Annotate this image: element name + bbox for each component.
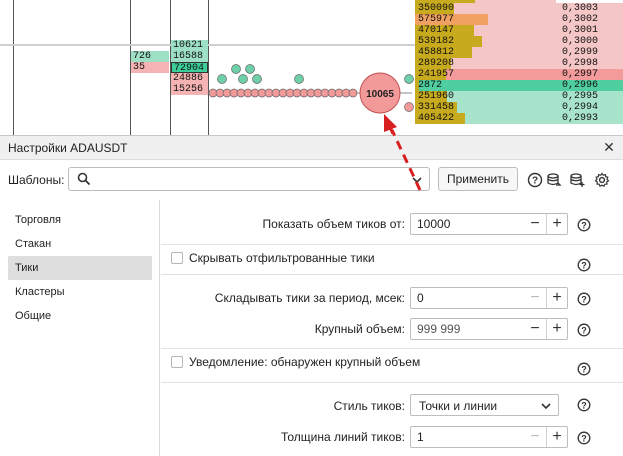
templates-combobox[interactable] xyxy=(68,167,430,191)
decrement-button[interactable]: − xyxy=(525,214,545,234)
decrement-button[interactable]: − xyxy=(525,427,545,447)
help-icon[interactable]: ? xyxy=(577,362,591,376)
sidebar-item-clusters[interactable]: Кластеры xyxy=(8,280,152,304)
show-volume-label: Показать объем тиков от: xyxy=(262,217,405,231)
large-volume-label: Крупный объем: xyxy=(314,322,405,336)
svg-text:?: ? xyxy=(581,433,587,443)
settings-sidebar: Торговля Стакан Тики Кластеры Общие xyxy=(0,200,160,456)
settings-dialog: Настройки ADAUSDT ✕ Шаблоны: Применить ? xyxy=(0,135,623,456)
hide-filtered-checkbox[interactable] xyxy=(171,252,183,264)
gear-icon[interactable] xyxy=(594,172,610,188)
sidebar-item-ticks[interactable]: Тики xyxy=(8,256,152,280)
dialog-title: Настройки ADAUSDT xyxy=(8,141,128,155)
notify-large-checkbox[interactable] xyxy=(171,356,183,368)
show-volume-stepper: − + xyxy=(410,213,568,235)
increment-button[interactable]: + xyxy=(546,288,567,308)
divider xyxy=(161,348,623,349)
tick-dot-buy xyxy=(404,74,414,84)
merge-period-input[interactable] xyxy=(417,290,517,306)
svg-text:?: ? xyxy=(581,325,587,335)
svg-text:?: ? xyxy=(581,364,587,374)
help-icon[interactable]: ? xyxy=(577,292,591,306)
decrement-button[interactable]: − xyxy=(525,288,545,308)
help-icon[interactable]: ? xyxy=(577,323,591,337)
templates-label: Шаблоны: xyxy=(8,173,65,187)
tick-dot-buy xyxy=(245,64,255,74)
templates-row: Шаблоны: Применить ? xyxy=(0,160,623,200)
chevron-down-icon[interactable] xyxy=(411,174,423,186)
ticks-settings-panel: Показать объем тиков от: − + ? Скрывать … xyxy=(161,200,623,456)
notify-large-label: Уведомление: обнаружен крупный объем xyxy=(189,355,421,369)
database-sync-icon[interactable] xyxy=(546,172,562,188)
apply-button[interactable]: Применить xyxy=(438,167,518,191)
divider xyxy=(161,382,623,383)
large-tick-bubble: 10065 xyxy=(359,72,401,114)
line-width-label: Толщина линий тиков: xyxy=(280,430,405,444)
help-icon[interactable]: ? xyxy=(527,172,543,188)
chevron-down-icon xyxy=(541,403,551,410)
search-icon xyxy=(77,172,91,186)
tick-style-label: Стиль тиков: xyxy=(333,399,405,413)
sidebar-item-general[interactable]: Общие xyxy=(8,304,152,328)
show-volume-input[interactable] xyxy=(417,216,517,232)
decrement-button[interactable]: − xyxy=(525,319,545,339)
tick-chart: 10621 726 16588 35 72904 24886 15256 350090 0,3… xyxy=(0,0,623,135)
close-icon[interactable]: ✕ xyxy=(601,139,617,155)
tick-style-select[interactable]: Точки и линии xyxy=(410,394,559,416)
help-icon[interactable]: ? xyxy=(577,258,591,272)
large-tick-label: 10065 xyxy=(366,89,394,100)
divider xyxy=(161,274,623,275)
merge-period-stepper: − + xyxy=(410,287,568,309)
tick-dot-buy xyxy=(252,74,262,84)
merge-period-label: Складывать тики за период, мсек: xyxy=(214,291,405,305)
increment-button[interactable]: + xyxy=(546,214,567,234)
tick-dot-buy xyxy=(238,74,248,84)
divider xyxy=(161,244,623,245)
tick-dot-buy xyxy=(294,74,304,84)
increment-button[interactable]: + xyxy=(546,319,567,339)
tick-dot-buy xyxy=(217,74,227,84)
large-volume-stepper: − + xyxy=(410,318,568,340)
hide-filtered-label: Скрывать отфильтрованные тики xyxy=(189,251,375,265)
line-width-input[interactable] xyxy=(417,429,517,445)
help-icon[interactable]: ? xyxy=(577,218,591,232)
svg-text:?: ? xyxy=(581,400,587,410)
svg-text:?: ? xyxy=(581,294,587,304)
help-icon[interactable]: ? xyxy=(577,431,591,445)
line-width-stepper: − + xyxy=(410,426,568,448)
tick-dot-sell xyxy=(348,88,358,98)
large-volume-input[interactable] xyxy=(417,321,517,337)
increment-button[interactable]: + xyxy=(546,427,567,447)
templates-input[interactable] xyxy=(95,170,395,188)
sidebar-item-orderbook[interactable]: Стакан xyxy=(8,232,152,256)
annotation-arrow xyxy=(386,122,396,135)
sidebar-item-trading[interactable]: Торговля xyxy=(8,208,152,232)
tick-dot-sell xyxy=(404,102,414,112)
tick-dot-buy xyxy=(231,64,241,74)
dialog-titlebar: Настройки ADAUSDT ✕ xyxy=(0,136,623,160)
svg-text:?: ? xyxy=(581,260,587,270)
tick-style-value: Точки и линии xyxy=(419,399,498,413)
svg-text:?: ? xyxy=(532,176,538,187)
tick-trail: 10065 xyxy=(208,64,414,135)
svg-text:?: ? xyxy=(581,220,587,230)
database-add-icon[interactable] xyxy=(569,172,585,188)
help-icon[interactable]: ? xyxy=(577,398,591,412)
